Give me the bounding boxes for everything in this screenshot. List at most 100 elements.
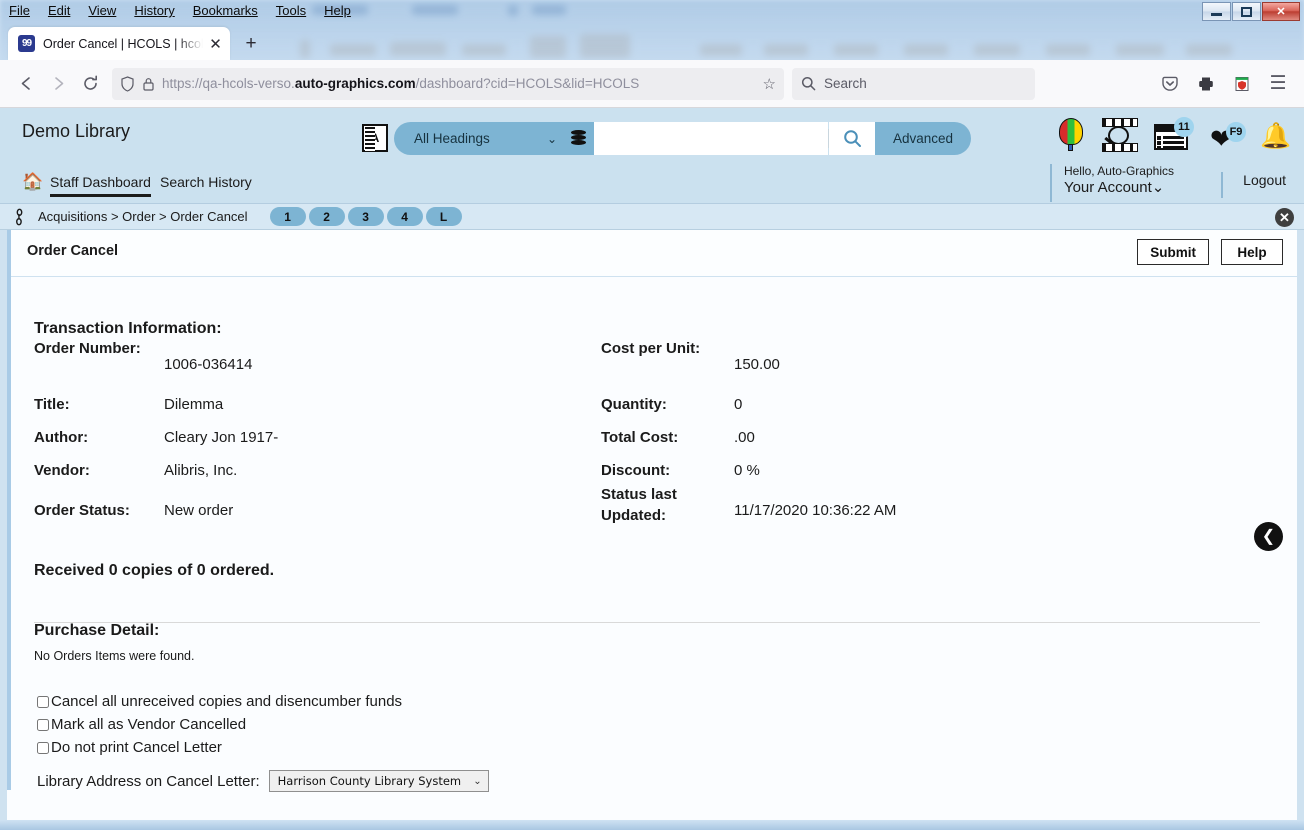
url-prefix: https://qa-hcols-verso. bbox=[162, 76, 295, 91]
home-icon[interactable]: 🏠 bbox=[22, 172, 43, 192]
page-left-accent-strip bbox=[7, 230, 11, 790]
breadcrumb-path[interactable]: Acquisitions > Order > Order Cancel bbox=[38, 209, 248, 224]
library-address-select[interactable]: Harrison County Library System ⌄ bbox=[268, 770, 489, 792]
page-pill-3[interactable]: 3 bbox=[347, 207, 384, 226]
greeting-text: Hello, Auto-Graphics bbox=[1063, 164, 1174, 178]
page-pill-4[interactable]: 4 bbox=[386, 207, 423, 226]
page-title-bar: Order Cancel Submit Help bbox=[7, 230, 1297, 277]
search-input[interactable] bbox=[594, 122, 828, 155]
back-button[interactable] bbox=[10, 68, 42, 100]
logout-label: Logout bbox=[1243, 172, 1286, 188]
list-count-badge: 11 bbox=[1174, 117, 1194, 137]
help-button[interactable]: Help bbox=[1221, 239, 1283, 265]
new-tab-button[interactable]: + bbox=[240, 34, 262, 56]
order-status-value: New order bbox=[164, 502, 234, 519]
no-cancel-letter-checkbox[interactable] bbox=[37, 741, 49, 754]
author-label: Author: bbox=[34, 429, 89, 446]
close-window-button[interactable]: ✕ bbox=[1262, 2, 1300, 21]
maximize-button[interactable] bbox=[1232, 2, 1261, 21]
vendor-label: Vendor: bbox=[34, 462, 90, 479]
favorites-icon-wrapper[interactable]: ❤ F9 bbox=[1210, 122, 1246, 153]
marc-record-icon[interactable]: A bbox=[362, 124, 388, 152]
cancel-unreceived-checkbox[interactable] bbox=[37, 695, 49, 708]
tab-favicon-icon: 99 bbox=[18, 35, 35, 52]
quantity-value: 0 bbox=[734, 396, 743, 413]
order-number-label: Order Number: bbox=[34, 340, 141, 357]
browser-tab[interactable]: 99 Order Cancel | HCOLS | hcols | A ✕ bbox=[8, 27, 230, 60]
nav-search-history[interactable]: Search History bbox=[160, 174, 252, 190]
checkbox-row-cancel-unreceived[interactable]: Cancel all unreceived copies and disencu… bbox=[37, 693, 402, 710]
library-address-row: Library Address on Cancel Letter: Harris… bbox=[37, 770, 489, 792]
vendor-value: Alibris, Inc. bbox=[164, 462, 238, 479]
chevron-down-icon: ⌄ bbox=[546, 131, 557, 146]
forward-button[interactable] bbox=[42, 68, 74, 100]
menu-history[interactable]: History bbox=[125, 0, 183, 22]
page-pill-2[interactable]: 2 bbox=[308, 207, 345, 226]
your-account-menu[interactable]: Your Account⌄ bbox=[1064, 178, 1174, 196]
checkbox-row-mark-vendor-cancelled[interactable]: Mark all as Vendor Cancelled bbox=[37, 716, 246, 733]
extension-button[interactable] bbox=[1226, 68, 1258, 100]
menu-edit[interactable]: Edit bbox=[39, 0, 79, 22]
search-icon bbox=[843, 130, 861, 147]
menu-help-label: Help bbox=[324, 3, 351, 18]
order-status-label: Order Status: bbox=[34, 502, 130, 519]
back-arrow-button[interactable]: ❮ bbox=[1254, 522, 1283, 551]
menu-tools-label: Tools bbox=[275, 3, 307, 18]
account-block: Hello, Auto-Graphics Your Account⌄ bbox=[1049, 164, 1174, 202]
menu-file[interactable]: File bbox=[0, 0, 39, 22]
minimize-icon bbox=[1211, 13, 1222, 16]
list-icon-wrapper[interactable]: 11 bbox=[1154, 117, 1194, 152]
menu-bookmarks[interactable]: Bookmarks bbox=[184, 0, 267, 22]
status-last-updated-label: Status last Updated: bbox=[601, 486, 677, 524]
nav-staff-dashboard[interactable]: Staff Dashboard bbox=[50, 174, 151, 197]
status-last-updated-value: 11/17/2020 10:36:22 AM bbox=[734, 502, 897, 519]
advanced-search-button[interactable]: Advanced bbox=[875, 122, 972, 155]
menu-help[interactable]: Help bbox=[315, 0, 360, 22]
page-pill-last[interactable]: L bbox=[425, 207, 462, 226]
tab-title: Order Cancel | HCOLS | hcols | A bbox=[43, 36, 203, 51]
reload-button[interactable] bbox=[74, 68, 106, 100]
app-menu-button[interactable]: ☰ bbox=[1262, 68, 1294, 100]
address-bar[interactable]: https://qa-hcols-verso.auto-graphics.com… bbox=[112, 67, 784, 100]
close-breadcrumb-button[interactable]: ✕ bbox=[1275, 208, 1294, 227]
balloon-icon[interactable] bbox=[1056, 118, 1086, 152]
favorites-shortcut-badge: F9 bbox=[1226, 122, 1246, 142]
tab-close-icon[interactable]: ✕ bbox=[207, 35, 224, 53]
cost-per-unit-value: 150.00 bbox=[734, 356, 780, 373]
purchase-detail-empty-message: No Orders Items were found. bbox=[34, 649, 195, 663]
search-scope-dropdown[interactable]: All Headings ⌄ bbox=[394, 122, 594, 155]
menu-tools[interactable]: Tools bbox=[267, 0, 315, 22]
purchase-detail-heading: Purchase Detail: bbox=[34, 622, 160, 639]
close-icon: ✕ bbox=[1276, 6, 1286, 18]
header-icon-group: 11 ❤ F9 🔔 bbox=[1056, 117, 1291, 153]
library-name: Demo Library bbox=[22, 121, 131, 141]
url-text: https://qa-hcols-verso.auto-graphics.com… bbox=[162, 76, 756, 91]
chain-link-icon bbox=[16, 208, 23, 226]
menu-history-label: History bbox=[134, 3, 175, 18]
submit-button[interactable]: Submit bbox=[1137, 239, 1209, 265]
page-title: Order Cancel bbox=[27, 243, 119, 259]
url-suffix: /dashboard?cid=HCOLS&lid=HCOLS bbox=[415, 76, 640, 91]
menu-view[interactable]: View bbox=[79, 0, 125, 22]
logout-link[interactable]: Logout bbox=[1221, 172, 1286, 198]
mark-vendor-cancelled-checkbox[interactable] bbox=[37, 718, 49, 731]
browser-toolbar: https://qa-hcols-verso.auto-graphics.com… bbox=[0, 60, 1304, 108]
chevron-down-icon: ⌄ bbox=[1151, 179, 1165, 196]
maximize-icon bbox=[1241, 6, 1252, 17]
pocket-button[interactable] bbox=[1154, 68, 1186, 100]
advanced-search-label: Advanced bbox=[893, 131, 954, 146]
search-submit-button[interactable] bbox=[829, 122, 875, 155]
bookmark-star-icon[interactable]: ☆ bbox=[763, 75, 776, 93]
minimize-button[interactable] bbox=[1202, 2, 1231, 21]
page-pill-1[interactable]: 1 bbox=[269, 207, 306, 226]
browser-search-box[interactable]: Search bbox=[792, 67, 1035, 100]
print-button[interactable] bbox=[1190, 68, 1222, 100]
film-search-icon[interactable] bbox=[1102, 118, 1138, 152]
lock-icon bbox=[143, 77, 154, 91]
search-icon bbox=[801, 76, 816, 91]
notification-bell-icon[interactable]: 🔔 bbox=[1260, 122, 1291, 152]
total-cost-value: .00 bbox=[734, 429, 755, 446]
checkbox-row-no-cancel-letter[interactable]: Do not print Cancel Letter bbox=[37, 739, 222, 756]
browser-search-placeholder: Search bbox=[824, 76, 867, 91]
database-icon[interactable] bbox=[571, 130, 586, 147]
